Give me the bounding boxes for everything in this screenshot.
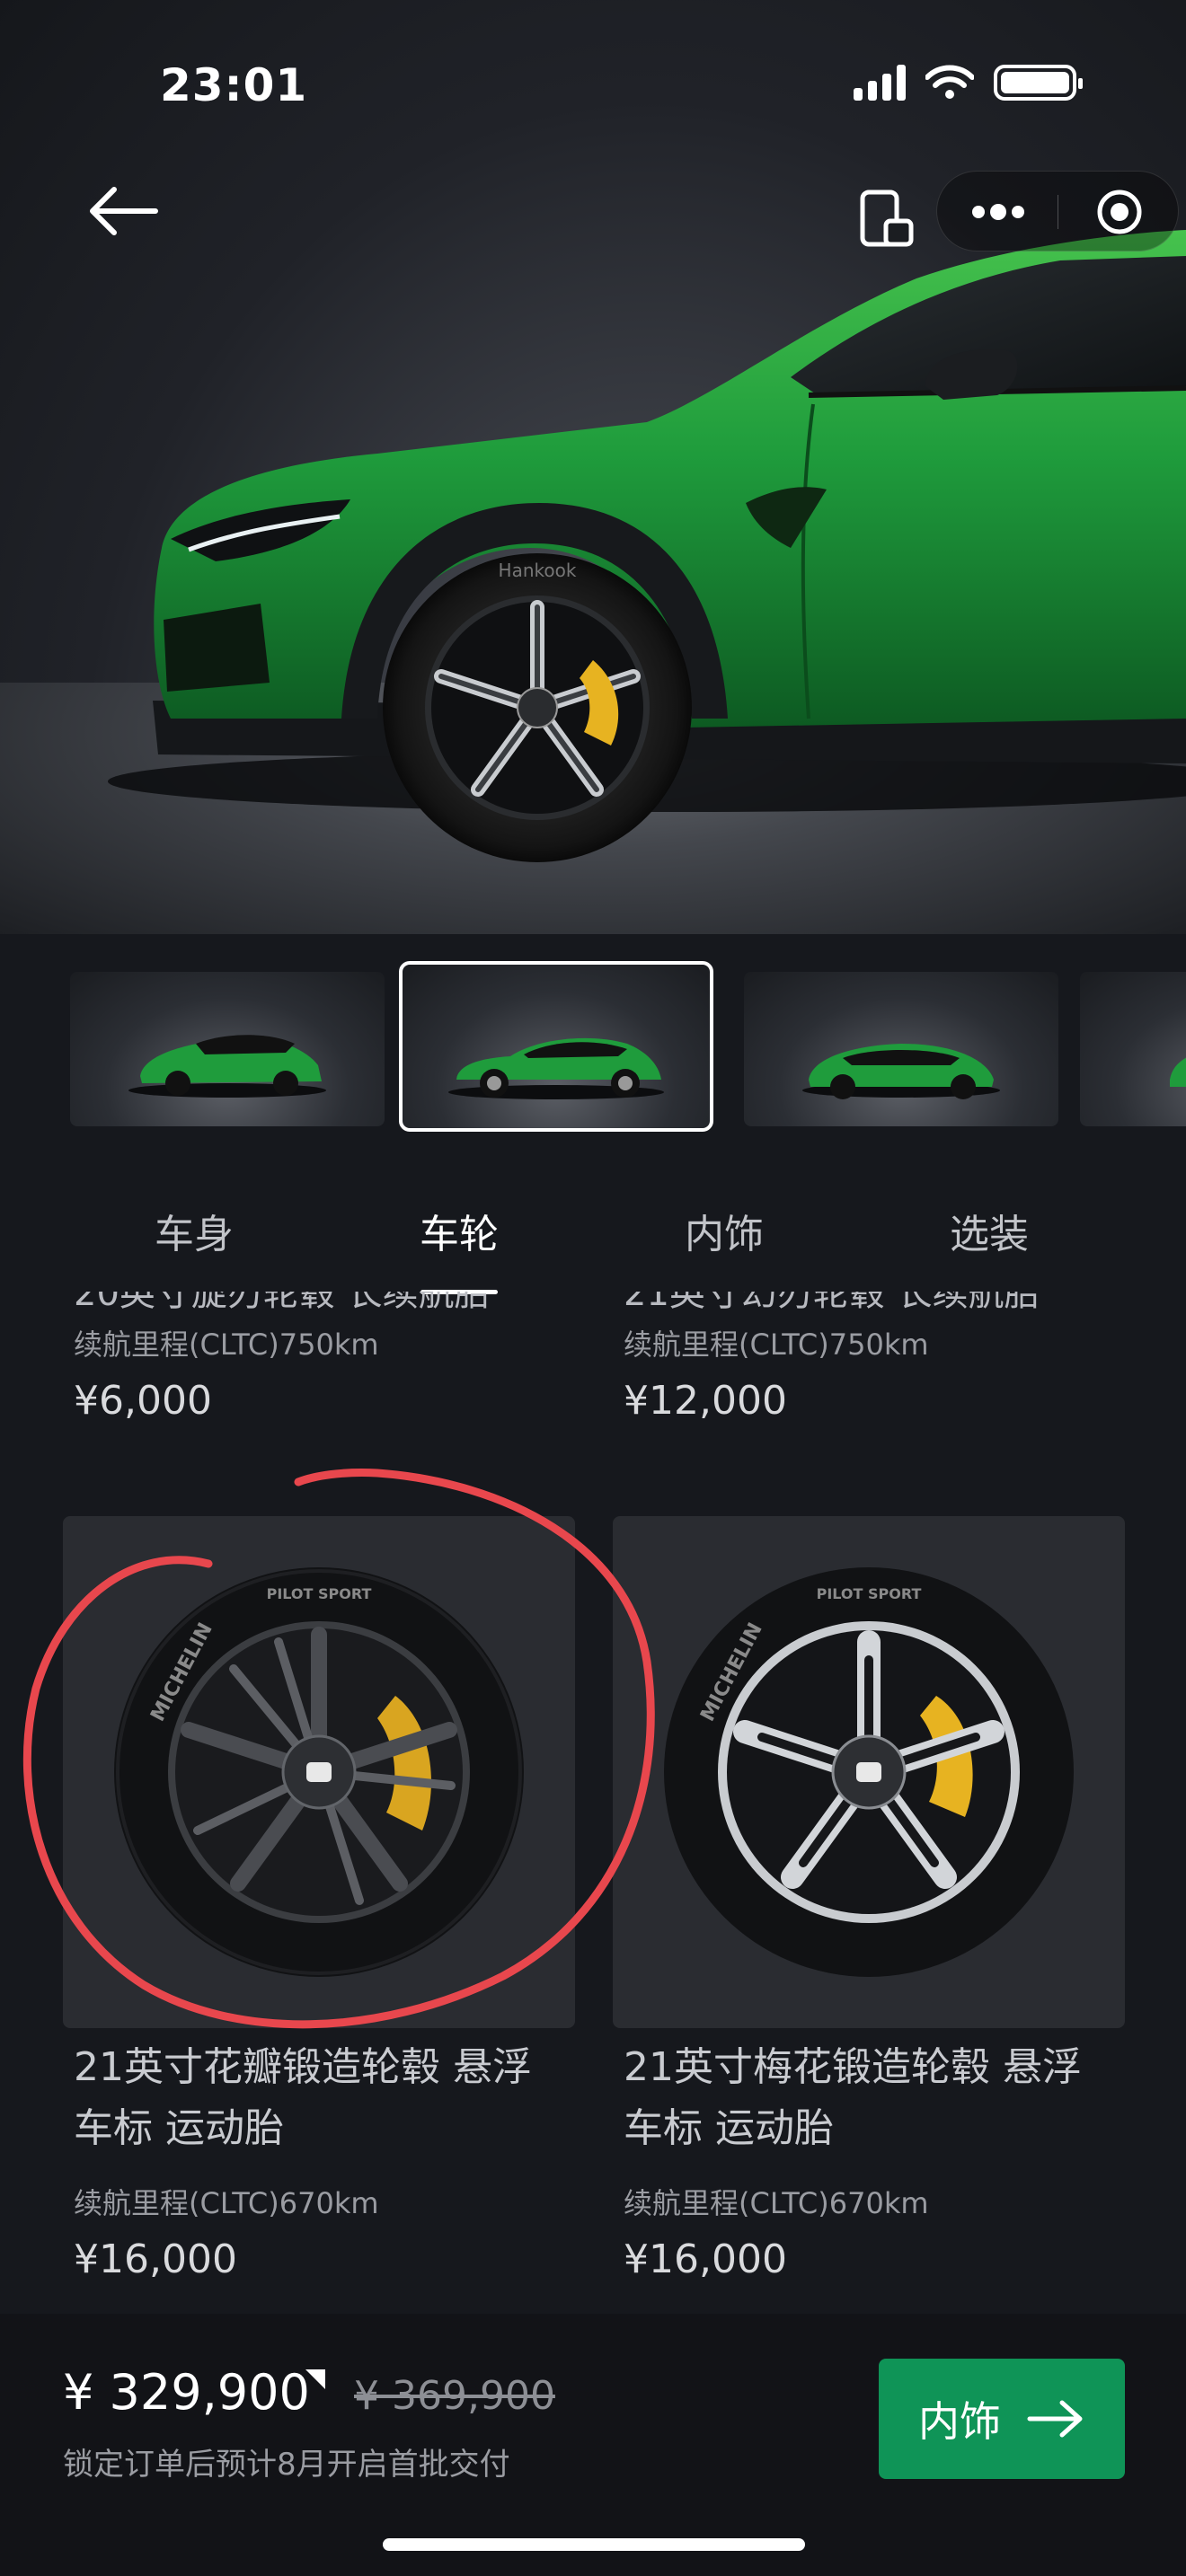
petal-wheel-image: PILOT SPORT MICHELIN: [114, 1567, 524, 1977]
option-price: ¥16,000: [74, 2236, 237, 2282]
arrow-right-icon: [1027, 2400, 1083, 2438]
option-title: 21英寸花瓣锻造轮毂 悬浮 车标 运动胎: [74, 2037, 595, 2159]
option-title: 21英寸梅花锻造轮毂 悬浮 车标 运动胎: [624, 2037, 1145, 2159]
option-range: 续航里程(CLTC)670km: [74, 2186, 379, 2220]
thumbnail-car: [128, 1035, 326, 1098]
option-price: ¥16,000: [624, 2236, 787, 2282]
more-button[interactable]: [937, 172, 1058, 252]
option-price: ¥6,000: [74, 1378, 212, 1424]
wheel-option-card-petal[interactable]: PILOT SPORT MICHELIN: [63, 1516, 575, 2028]
tab-body[interactable]: 车身: [104, 1202, 284, 1259]
config-tabs: 车身 车轮 内饰 选装: [0, 1184, 1186, 1294]
option-range: 续航里程(CLTC)670km: [624, 2186, 929, 2220]
thumbnail-car: [448, 1037, 664, 1099]
thumbnail-car: [1170, 1057, 1186, 1087]
wifi-icon: [925, 65, 974, 99]
wheel-options-list[interactable]: 20英寸旋刃轮毂 长续航胎 21英寸幻刃轮毂 长续航胎 续航里程(CLTC)75…: [0, 1292, 1186, 2314]
cellular-signal-icon: [854, 65, 906, 101]
option-title-cut: 21英寸幻刃轮毂 长续航胎: [624, 1292, 1040, 1310]
option-range: 续航里程(CLTC)750km: [74, 1328, 379, 1362]
close-button[interactable]: [1058, 172, 1180, 252]
status-icons: [854, 65, 1083, 101]
device-switch-button[interactable]: [855, 187, 918, 250]
tab-options[interactable]: 选装: [899, 1202, 1079, 1259]
plum-wheel-image: PILOT SPORT MICHELIN: [664, 1567, 1074, 1977]
miniapp-capsule: [936, 171, 1179, 251]
current-price: ¥ 329,900: [63, 2364, 310, 2421]
status-time: 23:01: [160, 59, 308, 111]
phone-device-icon: [860, 190, 914, 247]
thumbnail-side-view[interactable]: [399, 961, 713, 1132]
wheel-option-card-plum[interactable]: PILOT SPORT MICHELIN: [613, 1516, 1125, 2028]
back-button[interactable]: [83, 180, 164, 243]
bottom-bar: ¥ 329,900 ¥ 369,900 锁定订单后预计8月开启首批交付 内饰: [0, 2314, 1186, 2576]
original-price: ¥ 369,900: [354, 2373, 555, 2419]
tire-model-label: PILOT SPORT: [817, 1585, 922, 1602]
hero-car-image: Hankook: [0, 0, 1186, 934]
more-dots-icon: [971, 204, 1024, 220]
thumbnail-front-view[interactable]: [70, 972, 385, 1126]
delivery-note: 锁定订单后预计8月开启首批交付: [63, 2447, 510, 2483]
gallery-thumbnails: [0, 961, 1186, 1137]
tab-interior[interactable]: 内饰: [634, 1202, 814, 1259]
battery-icon: [994, 65, 1083, 101]
hero-car-illustration: Hankook: [108, 230, 1186, 862]
target-close-icon: [1097, 190, 1141, 234]
thumbnail-rear-view[interactable]: [744, 972, 1058, 1126]
option-range: 续航里程(CLTC)750km: [624, 1328, 929, 1362]
option-title-line: 车标 运动胎: [624, 2105, 834, 2151]
home-indicator[interactable]: [383, 2538, 805, 2551]
tire-model-label: PILOT SPORT: [267, 1585, 372, 1602]
option-title-line: 21英寸梅花锻造轮毂 悬浮: [624, 2044, 1082, 2090]
option-title-line: 21英寸花瓣锻造轮毂 悬浮: [74, 2044, 532, 2090]
thumbnail-car: [802, 1044, 1000, 1099]
option-title-cut: 20英寸旋刃轮毂 长续航胎: [74, 1292, 491, 1310]
option-title-line: 车标 运动胎: [74, 2105, 284, 2151]
next-interior-button[interactable]: 内饰: [879, 2359, 1125, 2479]
hero-tire-brand: Hankook: [499, 560, 577, 581]
arrow-left-icon: [90, 187, 158, 235]
option-price: ¥12,000: [624, 1378, 787, 1424]
tab-wheels[interactable]: 车轮: [369, 1202, 549, 1259]
price-detail-flag[interactable]: [305, 2369, 325, 2389]
thumbnail-next-view[interactable]: [1080, 972, 1186, 1126]
next-button-label: 内饰: [918, 2397, 1001, 2446]
